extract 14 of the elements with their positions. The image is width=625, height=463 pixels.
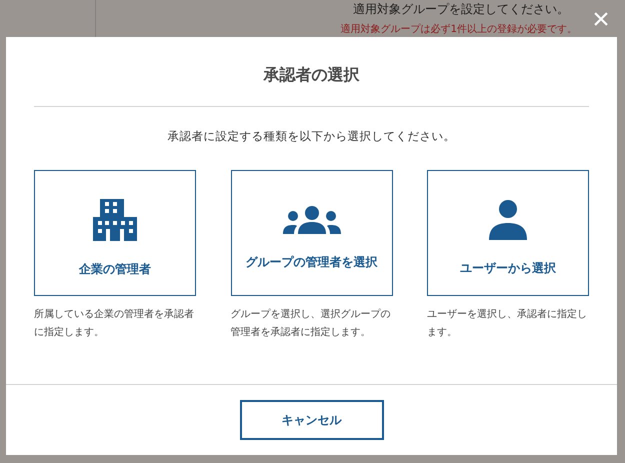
option-description: ユーザーを選択し、承認者に指定します。 (427, 308, 588, 340)
option-card[interactable]: グループの管理者を選択 (230, 170, 392, 296)
option-description: 所属している企業の管理者を承認者に指定します。 (34, 308, 195, 340)
option-description: グループを選択し、選択グループの管理者を承認者に指定します。 (230, 308, 392, 340)
dialog-title: 承認者の選択 (262, 64, 360, 86)
person-icon (488, 200, 528, 240)
cancel-button[interactable]: キャンセル (240, 400, 384, 440)
building-icon (93, 198, 137, 240)
option-card[interactable]: ユーザーから選択 (427, 170, 589, 296)
group-icon (282, 206, 340, 234)
background-hint-text: 適用対象グループを設定してください。 (353, 1, 570, 18)
error-message: 適用対象グループは必ず1件以上の登録が必要です。 (340, 22, 577, 36)
instruction-text: 承認者に設定する種類を以下から選択してください。 (166, 129, 456, 144)
option-card[interactable]: 企業の管理者 (34, 170, 196, 296)
